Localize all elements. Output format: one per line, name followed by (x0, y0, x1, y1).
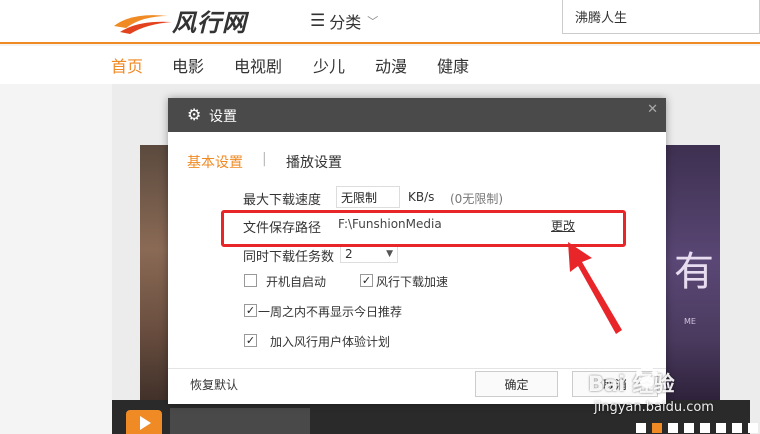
search-box[interactable] (562, 0, 760, 34)
speed-hint: (0无限制) (450, 192, 503, 206)
hide-recommend-checkbox[interactable]: ✓ (244, 304, 257, 317)
concurrent-tasks-select[interactable]: 2 ▼ (340, 245, 398, 263)
nav-item-movie[interactable]: 电影 (172, 53, 204, 77)
autostart-label[interactable]: 开机自启动 (266, 273, 326, 290)
dropdown-arrow-icon: ▼ (386, 249, 393, 259)
gear-icon: ⚙ (187, 105, 202, 124)
baidu-watermark: Bai 经验 jingyan.baidu.com (588, 360, 760, 434)
autostart-checkbox[interactable] (244, 274, 257, 287)
tab-separator: | (262, 151, 267, 167)
concurrent-tasks-label: 同时下载任务数 (243, 250, 335, 265)
main-nav: 首页 电影 电视剧 少儿 动漫 健康 (0, 46, 760, 84)
download-accel-checkbox[interactable]: ✓ (360, 274, 373, 287)
chevron-down-icon: ﹀ (367, 15, 379, 28)
paw-icon (636, 365, 658, 388)
category-label: 分类 (329, 13, 362, 32)
user-experience-label[interactable]: 加入风行用户体验计划 (270, 333, 390, 350)
menu-icon: ☰ (310, 11, 326, 31)
concurrent-tasks-value: 2 (345, 247, 353, 261)
download-accel-label[interactable]: 风行下载加速 (376, 273, 448, 290)
max-speed-label: 最大下载速度 (243, 193, 322, 208)
user-experience-checkbox[interactable]: ✓ (244, 334, 257, 347)
max-speed-input[interactable] (336, 186, 400, 208)
category-menu[interactable]: ☰ 分类 ﹀ (310, 9, 378, 33)
restore-defaults-link[interactable]: 恢复默认 (190, 376, 238, 393)
nav-item-kids[interactable]: 少儿 (313, 53, 345, 77)
dialog-title: 设置 (209, 109, 237, 125)
speed-unit: KB/s (408, 190, 435, 204)
poster-calligraphy: 有 (674, 249, 714, 295)
dialog-titlebar[interactable]: ⚙ 设置 ✕ (168, 98, 666, 132)
poster-subtext: ME (684, 317, 696, 326)
nav-item-tv[interactable]: 电视剧 (234, 53, 282, 77)
banner-poster-left[interactable] (140, 145, 168, 405)
search-input[interactable] (563, 0, 759, 33)
site-header: 风行网 ☰ 分类 ﹀ (0, 0, 760, 44)
annotation-arrow-icon (568, 242, 622, 334)
play-icon[interactable] (126, 410, 162, 434)
ok-button[interactable]: 确定 (475, 371, 558, 397)
banner-caption (170, 408, 310, 434)
tab-playback-settings[interactable]: 播放设置 (286, 152, 342, 172)
tab-basic-settings[interactable]: 基本设置 (187, 152, 243, 172)
watermark-url: jingyan.baidu.com (594, 400, 714, 415)
close-icon[interactable]: ✕ (647, 102, 658, 117)
nav-item-home[interactable]: 首页 (111, 53, 143, 77)
hide-recommend-label[interactable]: 一周之内不再显示今日推荐 (258, 303, 402, 320)
nav-item-health[interactable]: 健康 (437, 53, 469, 77)
nav-item-anime[interactable]: 动漫 (375, 53, 407, 77)
logo-text[interactable]: 风行网 (172, 3, 247, 38)
